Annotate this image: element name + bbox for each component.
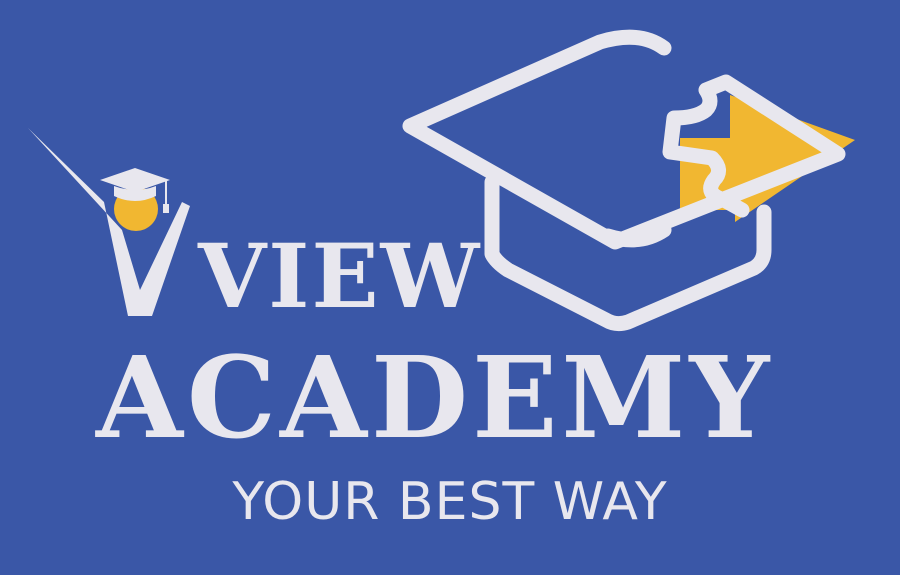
- logo: VIEW ACADEMY YOUR BEST WAY: [0, 0, 900, 575]
- title-line-view: VIEW: [198, 224, 482, 328]
- graduate-person-icon: [28, 128, 190, 316]
- tagline: YOUR BEST WAY: [232, 472, 668, 532]
- title-line-academy: ACADEMY: [96, 333, 774, 464]
